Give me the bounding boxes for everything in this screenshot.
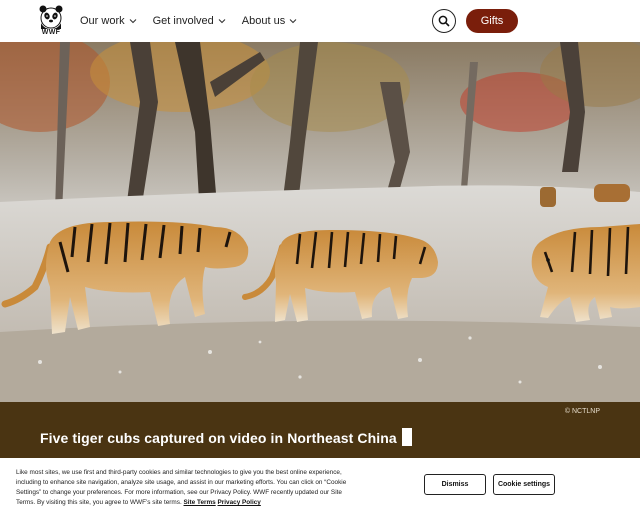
nav-label: Get involved [152, 15, 214, 27]
nav-label: Our work [80, 15, 125, 27]
text-cursor [401, 428, 412, 446]
dismiss-button[interactable]: Dismiss [424, 474, 486, 495]
nav-about-us[interactable]: About us [242, 15, 297, 27]
nav-get-involved[interactable]: Get involved [153, 15, 226, 27]
search-icon [438, 15, 450, 27]
search-button[interactable] [432, 9, 456, 33]
cookie-settings-button[interactable]: Cookie settings [493, 474, 555, 495]
chevron-down-icon [289, 19, 297, 24]
privacy-policy-link[interactable]: Privacy Policy [218, 499, 261, 506]
gifts-button[interactable]: Gifts [466, 9, 518, 33]
headline-text: Five tiger cubs captured on video in Nor… [40, 430, 397, 446]
nav-our-work[interactable]: Our work [80, 15, 137, 27]
wwf-logo[interactable]: WWF [38, 5, 64, 37]
photo-credit: © NCTLNP [564, 408, 600, 415]
chevron-down-icon [218, 19, 226, 24]
tiger-3 [531, 224, 640, 322]
hero-image [0, 42, 640, 402]
cookie-notice-body: Like most sites, we use first and third-… [16, 469, 347, 506]
cookie-notice-text: Like most sites, we use first and third-… [16, 468, 356, 508]
cookie-banner: Like most sites, we use first and third-… [0, 458, 640, 512]
tigers-in-snowy-forest-photo [0, 42, 640, 402]
logo-text: WWF [41, 29, 61, 36]
hero-headline-link[interactable]: Five tiger cubs captured on video in Nor… [40, 428, 412, 446]
nav-label: About us [241, 15, 286, 27]
panda-icon [39, 5, 63, 29]
main-nav: Our work Get involved About us [80, 0, 297, 42]
site-header: WWF Our work Get involved About us Gifts [0, 0, 640, 42]
site-terms-link[interactable]: Site Terms [184, 499, 216, 506]
chevron-down-icon [129, 19, 137, 24]
hero-caption-bar: © NCTLNP Five tiger cubs captured on vid… [0, 402, 640, 458]
